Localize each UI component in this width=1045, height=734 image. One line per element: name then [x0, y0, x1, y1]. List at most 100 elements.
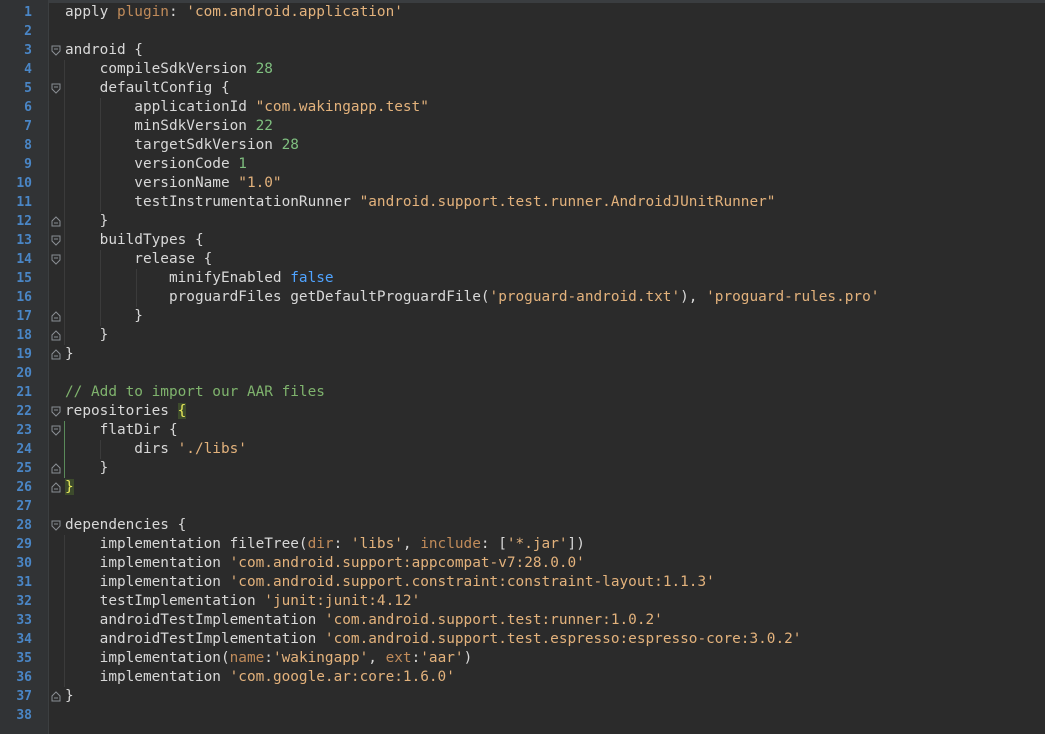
code-token: }: [65, 308, 143, 324]
line-number: 14: [16, 252, 32, 267]
code-token: ): [463, 650, 473, 666]
line-number: 7: [24, 119, 32, 134]
code-text: testImplementation 'junit:junit:4.12': [65, 592, 421, 611]
code-line[interactable]: 34 androidTestImplementation 'com.androi…: [0, 630, 1045, 649]
code-editor[interactable]: 1 apply plugin: 'com.android.application'…: [0, 0, 1045, 734]
code-token: 'libs': [350, 536, 403, 552]
code-line[interactable]: 3 android {: [0, 41, 1045, 60]
code-line[interactable]: 23 flatDir {: [0, 421, 1045, 440]
fold-end-icon[interactable]: [51, 463, 61, 474]
code-line[interactable]: 27: [0, 497, 1045, 516]
code-line[interactable]: 12 }: [0, 212, 1045, 231]
code-token: plugin: [116, 4, 169, 20]
code-line[interactable]: 28 dependencies {: [0, 516, 1045, 535]
code-line[interactable]: 35 implementation(name:'wakingapp', ext:…: [0, 649, 1045, 668]
code-text: dependencies {: [65, 516, 186, 535]
fold-start-icon[interactable]: [51, 425, 61, 436]
code-line[interactable]: 37}: [0, 687, 1045, 706]
code-line[interactable]: 7 minSdkVersion 22: [0, 117, 1045, 136]
code-token: 1: [238, 156, 247, 172]
code-text: minSdkVersion 22: [65, 117, 273, 136]
code-token: 'com.android.support.constraint:constrai…: [229, 574, 715, 590]
code-token: androidTestImplementation: [65, 631, 325, 647]
line-number: 21: [16, 385, 32, 400]
code-line[interactable]: 1 apply plugin: 'com.android.application': [0, 3, 1045, 22]
code-token: minSdkVersion: [65, 118, 256, 134]
fold-end-icon[interactable]: [51, 482, 61, 493]
fold-start-icon[interactable]: [51, 406, 61, 417]
line-number: 36: [16, 670, 32, 685]
code-line[interactable]: 4 compileSdkVersion 28: [0, 60, 1045, 79]
code-token: ext: [385, 650, 412, 666]
fold-start-icon[interactable]: [51, 254, 61, 265]
code-token: applicationId: [65, 99, 256, 115]
code-text: }: [65, 478, 74, 497]
code-token: "1.0": [238, 175, 282, 191]
code-line[interactable]: 21 // Add to import our AAR files: [0, 383, 1045, 402]
line-number: 19: [16, 347, 32, 362]
code-line[interactable]: 31 implementation 'com.android.support.c…: [0, 573, 1045, 592]
code-line[interactable]: 6 applicationId "com.wakingapp.test": [0, 98, 1045, 117]
code-lines[interactable]: 1 apply plugin: 'com.android.application'…: [0, 3, 1045, 725]
code-line[interactable]: 17 }: [0, 307, 1045, 326]
code-line[interactable]: 20: [0, 364, 1045, 383]
code-line[interactable]: 13 buildTypes {: [0, 231, 1045, 250]
code-line[interactable]: 10 versionName "1.0": [0, 174, 1045, 193]
code-token: include: [420, 536, 481, 552]
code-line[interactable]: 8 targetSdkVersion 28: [0, 136, 1045, 155]
code-token: implementation: [65, 555, 230, 571]
code-token: testInstrumentationRunner: [65, 194, 360, 210]
code-line[interactable]: 19}: [0, 345, 1045, 364]
line-number: 11: [16, 195, 32, 210]
code-text: implementation 'com.android.support:appc…: [65, 554, 585, 573]
code-token: 28: [255, 61, 273, 77]
code-token: }: [65, 688, 74, 704]
code-line[interactable]: 33 androidTestImplementation 'com.androi…: [0, 611, 1045, 630]
code-line[interactable]: 36 implementation 'com.google.ar:core:1.…: [0, 668, 1045, 687]
fold-end-icon[interactable]: [51, 216, 61, 227]
code-line[interactable]: 38: [0, 706, 1045, 725]
fold-end-icon[interactable]: [51, 691, 61, 702]
line-number: 26: [16, 480, 32, 495]
code-line[interactable]: 30 implementation 'com.android.support:a…: [0, 554, 1045, 573]
code-line[interactable]: 29 implementation fileTree(dir: 'libs', …: [0, 535, 1045, 554]
fold-end-icon[interactable]: [51, 330, 61, 341]
code-text: buildTypes {: [65, 231, 204, 250]
code-text: }: [65, 212, 109, 231]
line-number: 6: [24, 100, 32, 115]
code-token: dirs: [65, 441, 178, 457]
code-line[interactable]: 32 testImplementation 'junit:junit:4.12': [0, 592, 1045, 611]
code-line[interactable]: 16 proguardFiles getDefaultProguardFile(…: [0, 288, 1045, 307]
fold-start-icon[interactable]: [51, 520, 61, 531]
code-token: 'com.android.application': [186, 4, 403, 20]
fold-end-icon[interactable]: [51, 349, 61, 360]
line-number: 1: [24, 5, 32, 20]
code-text: apply plugin: 'com.android.application': [65, 3, 403, 22]
fold-end-icon[interactable]: [51, 311, 61, 322]
code-line[interactable]: 24 dirs './libs': [0, 440, 1045, 459]
code-line[interactable]: 15 minifyEnabled false: [0, 269, 1045, 288]
code-line[interactable]: 5 defaultConfig {: [0, 79, 1045, 98]
code-token: }: [65, 479, 74, 495]
code-line[interactable]: 14 release {: [0, 250, 1045, 269]
code-line[interactable]: 25 }: [0, 459, 1045, 478]
code-token: 'junit:junit:4.12': [264, 593, 421, 609]
fold-start-icon[interactable]: [51, 83, 61, 94]
fold-start-icon[interactable]: [51, 235, 61, 246]
code-line[interactable]: 2: [0, 22, 1045, 41]
code-line[interactable]: 11 testInstrumentationRunner "android.su…: [0, 193, 1045, 212]
code-text: dirs './libs': [65, 440, 247, 459]
code-token: }: [65, 327, 109, 343]
code-line[interactable]: 18 }: [0, 326, 1045, 345]
code-text: defaultConfig {: [65, 79, 230, 98]
code-line[interactable]: 22 repositories {: [0, 402, 1045, 421]
indent-guide: [64, 535, 65, 687]
code-text: compileSdkVersion 28: [65, 60, 273, 79]
fold-start-icon[interactable]: [51, 45, 61, 56]
code-text: proguardFiles getDefaultProguardFile('pr…: [65, 288, 879, 307]
indent-guide: [100, 98, 101, 212]
code-token: android {: [65, 42, 143, 58]
code-line[interactable]: 26}: [0, 478, 1045, 497]
code-line[interactable]: 9 versionCode 1: [0, 155, 1045, 174]
code-text: flatDir {: [65, 421, 178, 440]
